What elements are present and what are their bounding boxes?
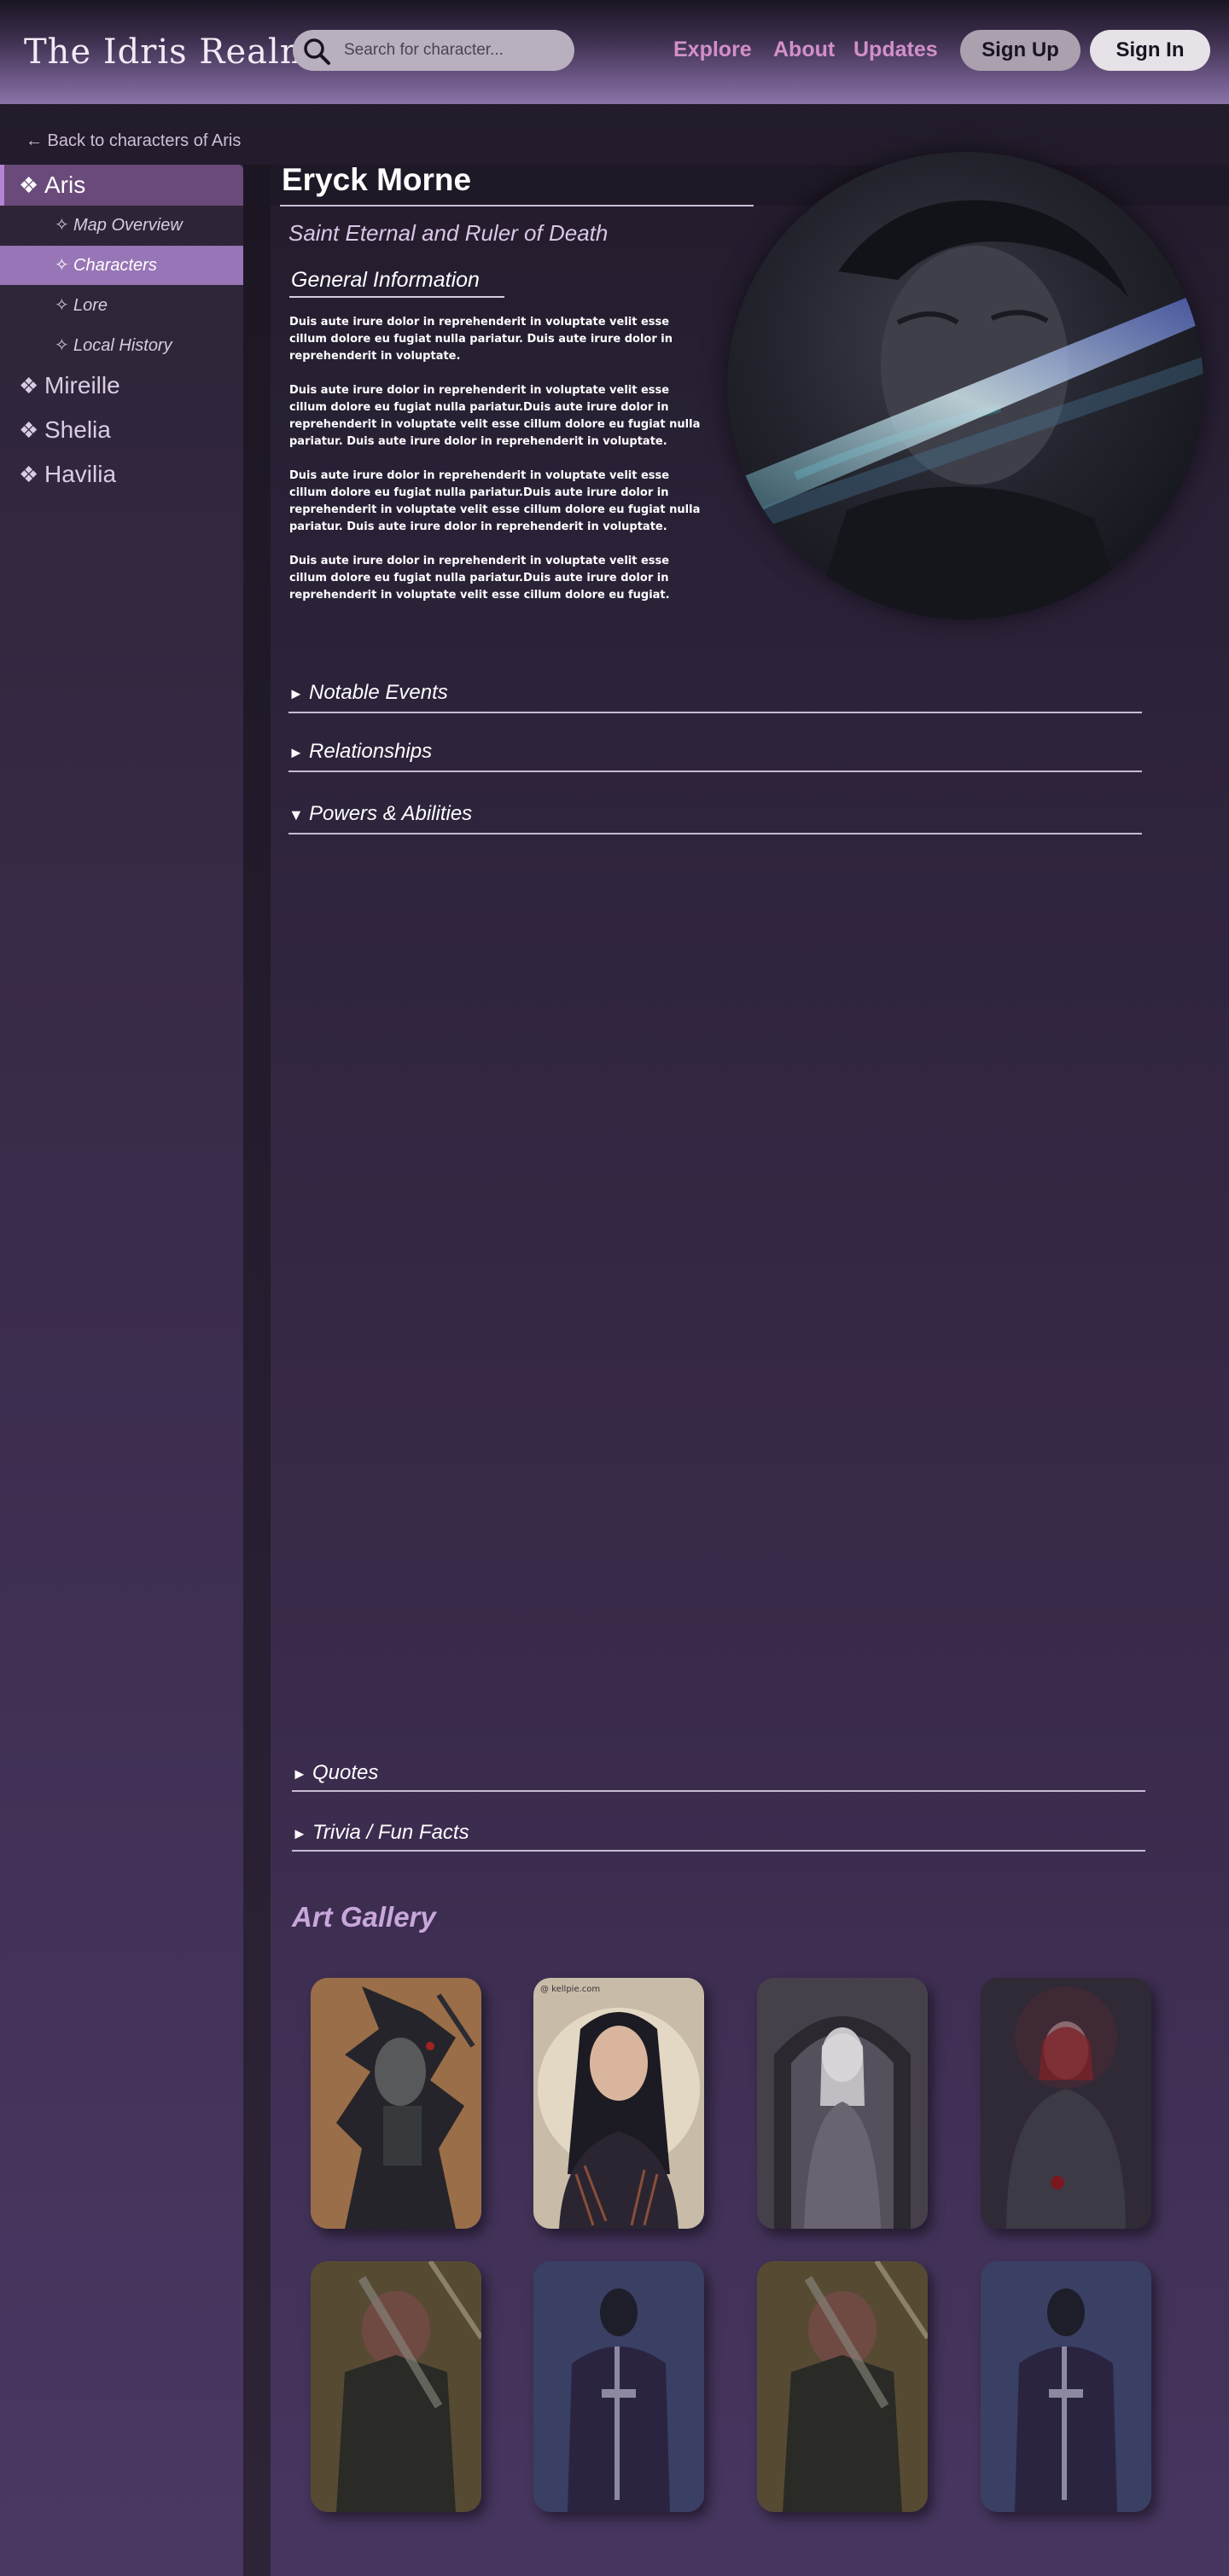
sidebar-divider (243, 165, 271, 2576)
section-label: Powers & Abilities (309, 802, 473, 825)
site-logo[interactable]: The Idris Realm (24, 32, 313, 72)
divider (288, 833, 1142, 834)
region-icon: ❖ (19, 172, 39, 198)
section-notable-events[interactable]: ► Notable Events (288, 681, 1142, 705)
divider (280, 205, 754, 206)
divider (292, 1850, 1145, 1852)
search-input[interactable] (344, 37, 557, 64)
section-quotes[interactable]: ► Quotes (292, 1761, 1145, 1785)
info-paragraph: Duis aute irure dolor in reprehenderit i… (289, 384, 701, 448)
expand-arrow-icon: ► (288, 685, 304, 702)
info-paragraph: Duis aute irure dolor in reprehenderit i… (289, 469, 701, 533)
nav-about[interactable]: About (773, 38, 835, 62)
sidebar-region-label: Mireille (44, 372, 120, 398)
gallery-image[interactable] (981, 1978, 1151, 2229)
general-info-heading: General Information (291, 268, 480, 292)
sign-up-button[interactable]: Sign Up (960, 30, 1080, 71)
divider (288, 712, 1142, 713)
search-icon[interactable] (301, 36, 332, 67)
gallery-image[interactable] (311, 1978, 481, 2229)
watermark-text: @ kellpie.com (540, 1985, 600, 1994)
sidebar-region-label: Shelia (44, 416, 111, 443)
gallery-image[interactable] (757, 2261, 928, 2512)
sidebar-item-map-overview[interactable]: ✧ Map Overview (0, 206, 243, 245)
sidebar-region-shelia[interactable]: ❖ Shelia (0, 410, 243, 451)
character-title: Saint Eternal and Ruler of Death (288, 220, 609, 246)
section-label: Relationships (309, 740, 433, 763)
sidebar-item-label: Characters (73, 256, 157, 275)
expand-arrow-icon: ► (288, 744, 304, 761)
section-relationships[interactable]: ► Relationships (288, 740, 1142, 764)
collapse-arrow-icon: ▼ (288, 806, 304, 823)
info-paragraph: Duis aute irure dolor in reprehenderit i… (289, 316, 673, 363)
gallery-image[interactable] (981, 2261, 1151, 2512)
gallery-image[interactable] (533, 2261, 704, 2512)
back-to-characters-link[interactable]: ← Back to characters of Aris (26, 131, 241, 151)
info-paragraph: Duis aute irure dolor in reprehenderit i… (289, 555, 670, 602)
sidebar-item-label: Map Overview (73, 216, 183, 235)
region-icon: ❖ (19, 462, 39, 487)
sidebar-region-aris[interactable]: ❖ Aris (0, 165, 243, 206)
sparkle-icon: ✧ (55, 216, 69, 235)
sidebar-region-havilia[interactable]: ❖ Havilia (0, 454, 243, 495)
sidebar-item-characters[interactable]: ✧ Characters (0, 246, 243, 285)
sign-in-button[interactable]: Sign In (1090, 30, 1210, 71)
search-bar[interactable] (293, 30, 574, 71)
sidebar-region-mireille[interactable]: ❖ Mireille (0, 365, 243, 406)
expand-arrow-icon: ► (292, 1825, 307, 1842)
region-icon: ❖ (19, 417, 39, 443)
character-portrait (727, 152, 1203, 619)
character-name: Eryck Morne (282, 162, 472, 197)
sidebar-region-label: Aris (44, 172, 86, 198)
gallery-image[interactable]: @ kellpie.com (533, 1978, 704, 2229)
sparkle-icon: ✧ (55, 296, 69, 315)
art-gallery-heading: Art Gallery (292, 1901, 436, 1933)
divider (292, 1790, 1145, 1792)
sparkle-icon: ✧ (55, 256, 69, 275)
nav-explore[interactable]: Explore (673, 38, 752, 62)
sidebar (0, 165, 243, 2576)
sidebar-item-label: Lore (73, 296, 108, 315)
nav-updates[interactable]: Updates (853, 38, 938, 62)
sidebar-item-label: Local History (73, 336, 172, 355)
region-icon: ❖ (19, 373, 39, 398)
section-label: Notable Events (309, 681, 448, 704)
section-powers-abilities[interactable]: ▼ Powers & Abilities (288, 802, 1142, 826)
divider (288, 770, 1142, 772)
sidebar-item-local-history[interactable]: ✧ Local History (0, 326, 243, 365)
section-label: Trivia / Fun Facts (312, 1821, 469, 1844)
divider (289, 296, 504, 298)
section-label: Quotes (312, 1761, 379, 1784)
sidebar-item-lore[interactable]: ✧ Lore (0, 286, 243, 325)
sparkle-icon: ✧ (55, 336, 69, 355)
expand-arrow-icon: ► (292, 1765, 307, 1782)
gallery-image[interactable] (311, 2261, 481, 2512)
sidebar-region-label: Havilia (44, 461, 117, 487)
section-trivia[interactable]: ► Trivia / Fun Facts (292, 1821, 1145, 1845)
gallery-image[interactable] (757, 1978, 928, 2229)
